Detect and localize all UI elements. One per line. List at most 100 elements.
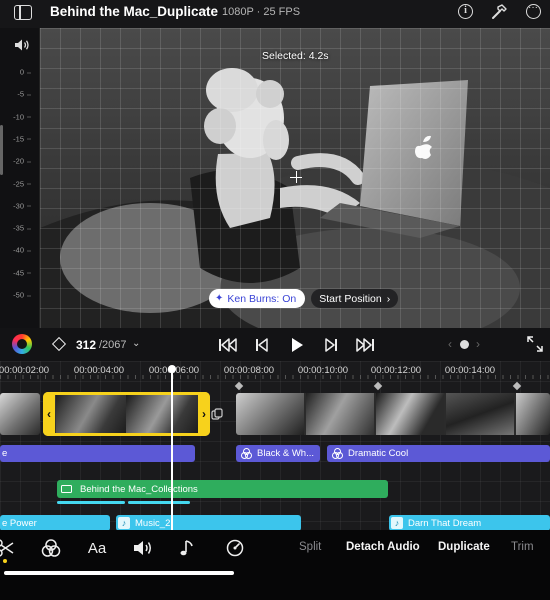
selected-video-clip[interactable] — [43, 392, 210, 436]
text-tool-icon[interactable]: Aa — [85, 538, 109, 558]
meter-tick-label: -10 — [13, 112, 31, 122]
clip-indicator — [57, 501, 125, 504]
video-clip[interactable] — [0, 393, 40, 435]
clip-thumbnail — [376, 393, 444, 435]
trim-handle-left[interactable]: ‹ — [43, 392, 55, 436]
keyframe-marker[interactable] — [373, 381, 383, 391]
jump-to-start-icon[interactable] — [216, 335, 240, 355]
meter-tick-label: -35 — [13, 223, 31, 233]
project-title[interactable]: Behind the Mac_Duplicate — [50, 4, 218, 19]
info-icon[interactable]: i — [458, 4, 473, 19]
ruler-label: 00:00:02:00 — [0, 365, 50, 376]
effect-label: Black & Wh... — [257, 448, 315, 459]
keyframe-icon[interactable] — [51, 336, 67, 352]
clip-indicator — [128, 501, 190, 504]
detach-audio-button[interactable]: Detach Audio — [346, 541, 420, 553]
video-preview[interactable]: Selected: 4.2s ✦ Ken Burns: On Start Pos… — [40, 28, 550, 328]
hammer-icon[interactable] — [490, 3, 508, 21]
audio-clip[interactable]: ♪ Darn That Dream — [389, 515, 550, 530]
audio-clip-label: Darn That Dream — [408, 517, 482, 529]
transition-icon[interactable] — [211, 408, 223, 420]
add-keyframe-dot[interactable] — [460, 340, 469, 349]
title-clip[interactable]: Behind the Mac_Collections — [57, 480, 388, 498]
playhead[interactable] — [168, 365, 176, 530]
ken-burns-label: Ken Burns: On — [227, 292, 297, 305]
play-icon[interactable] — [285, 335, 309, 355]
music-note-icon: ♪ — [118, 517, 130, 529]
active-tool-indicator — [3, 559, 7, 563]
bottom-toolbar: Aa Split Detach Audio Duplicate Trim — [0, 530, 550, 600]
color-wheel-icon[interactable] — [12, 334, 32, 354]
start-position-button[interactable]: Start Position › — [311, 289, 399, 308]
jump-to-end-icon[interactable] — [353, 335, 377, 355]
meter-tick-label: 0 — [19, 67, 32, 77]
chevron-down-icon[interactable]: ⌄ — [132, 338, 140, 349]
scissors-icon[interactable] — [0, 538, 16, 558]
format-label[interactable]: 1080P · 25 FPS — [222, 6, 300, 18]
audio-clip[interactable]: e Power — [0, 515, 110, 530]
effect-label: Dramatic Cool — [348, 448, 409, 459]
meter-tick-label: -30 — [13, 201, 31, 211]
clip-thumbnail — [306, 393, 374, 435]
playback-bar: 312 /2067 ⌄ ‹ › — [0, 328, 550, 361]
clip-thumbnail — [56, 395, 126, 433]
clip-thumbnail — [0, 393, 40, 435]
speed-gauge-icon[interactable] — [224, 538, 246, 558]
music-note-icon: ♪ — [391, 517, 403, 529]
clip-thumbnail — [516, 393, 550, 435]
duplicate-button[interactable]: Duplicate — [438, 541, 490, 553]
home-indicator — [4, 571, 234, 575]
audio-meter: 0 -5 -10 -15 -20 -25 -30 -35 -40 -45 -50 — [0, 28, 40, 328]
previous-keyframe-icon[interactable]: ‹ — [448, 337, 452, 351]
keyframe-marker[interactable] — [234, 381, 244, 391]
trim-button[interactable]: Trim — [511, 541, 534, 553]
ruler-label: 00:00:14:00 — [444, 365, 496, 376]
ruler-label: 00:00:04:00 — [73, 365, 125, 376]
effect-clip[interactable]: Black & Wh... — [236, 445, 320, 462]
ruler-label: 00:00:08:00 — [223, 365, 275, 376]
selection-duration-label: Selected: 4.2s — [262, 50, 329, 62]
clip-thumbnail — [126, 395, 198, 433]
volume-icon[interactable] — [132, 538, 154, 558]
title-clip-label: Behind the Mac_Collections — [80, 483, 198, 495]
audio-clip-label: Music_2 — [135, 517, 171, 529]
ken-burns-toggle[interactable]: ✦ Ken Burns: On — [209, 289, 306, 308]
audio-clip[interactable]: ♪ Music_2 — [116, 515, 301, 530]
keyframe-marker[interactable] — [512, 381, 522, 391]
start-position-label: Start Position — [319, 292, 382, 305]
sparkle-icon: ✦ — [215, 293, 224, 304]
meter-tick-label: -50 — [13, 290, 31, 300]
timeline[interactable]: 00:00:02:00 00:00:04:00 00:00:06:00 00:0… — [0, 361, 550, 530]
split-button[interactable]: Split — [299, 541, 321, 553]
ruler-label: 00:00:10:00 — [297, 365, 349, 376]
sidebar-toggle-icon[interactable] — [14, 5, 32, 20]
top-bar: Behind the Mac_Duplicate ⌄ 1080P · 25 FP… — [0, 0, 550, 28]
meter-tick-label: -25 — [13, 179, 31, 188]
effect-clip[interactable]: Dramatic Cool — [327, 445, 550, 462]
clip-thumbnail — [446, 393, 514, 435]
meter-tick-label: -40 — [13, 245, 31, 255]
expand-icon[interactable] — [526, 335, 544, 353]
speaker-icon[interactable] — [14, 38, 30, 52]
effect-clip[interactable]: e — [0, 445, 195, 462]
previous-frame-icon[interactable] — [250, 335, 274, 355]
title-icon — [61, 485, 72, 493]
chevron-down-icon[interactable]: ⌄ — [200, 4, 208, 15]
color-filter-icon — [332, 447, 344, 460]
next-frame-icon[interactable] — [319, 335, 343, 355]
total-frames: /2067 — [99, 339, 127, 351]
current-frame[interactable]: 312 — [76, 338, 96, 352]
meter-tick-label: -15 — [13, 134, 31, 144]
music-note-icon[interactable] — [177, 538, 199, 558]
audio-clip-label: e Power — [2, 517, 37, 529]
video-clip[interactable] — [236, 393, 550, 435]
more-options-icon[interactable] — [526, 2, 541, 19]
color-filter-icon — [241, 447, 253, 460]
clip-thumbnail — [236, 393, 304, 435]
meter-tick-label: -20 — [13, 156, 31, 166]
meter-level-bar — [0, 125, 3, 175]
filters-icon[interactable] — [40, 538, 62, 558]
trim-handle-right[interactable]: › — [198, 392, 210, 436]
timeline-ruler[interactable]: 00:00:02:00 00:00:04:00 00:00:06:00 00:0… — [0, 361, 550, 379]
next-keyframe-icon[interactable]: › — [476, 337, 480, 351]
